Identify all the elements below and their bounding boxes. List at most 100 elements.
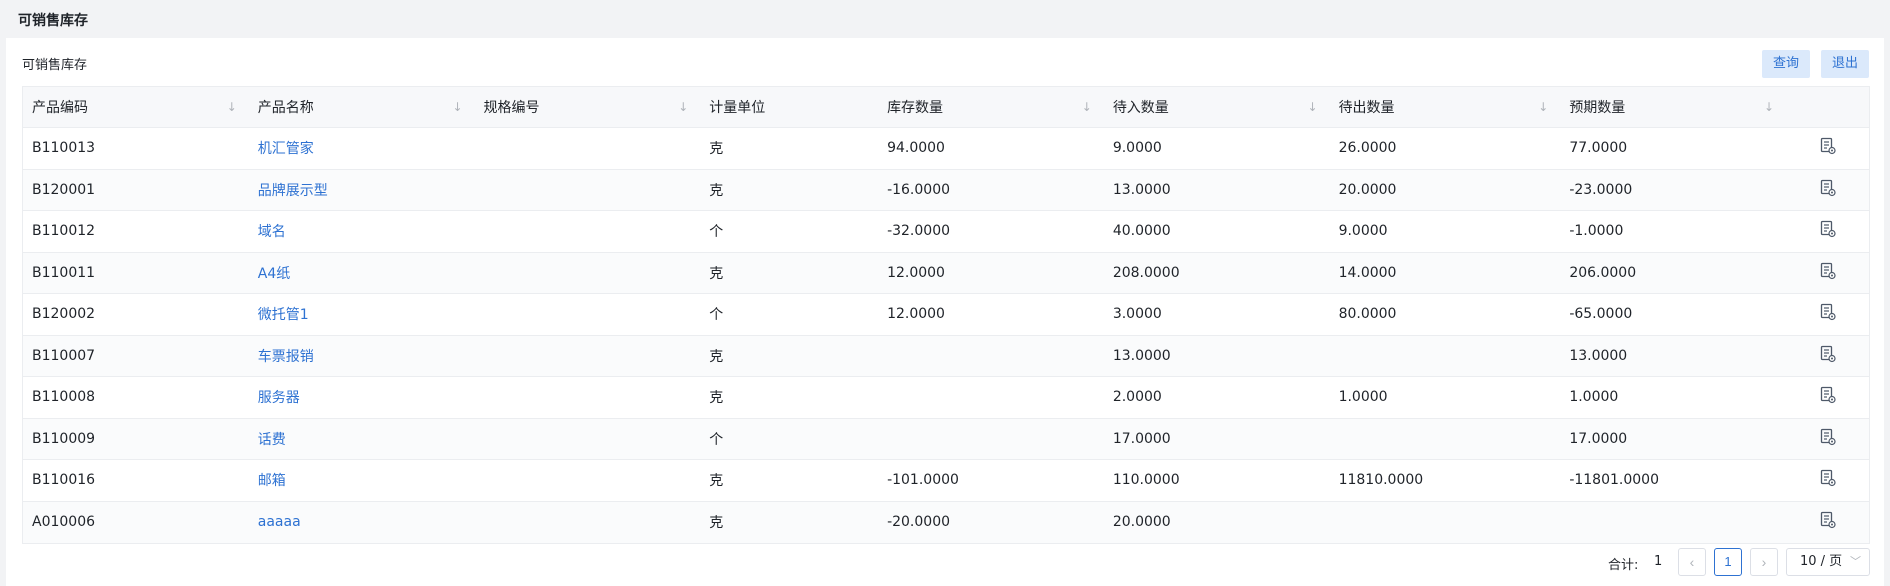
row-actions [1786, 253, 1869, 294]
column-header-product-name[interactable]: 产品名称 ↓ [249, 87, 475, 127]
document-view-icon[interactable] [1820, 179, 1836, 201]
page-size-select[interactable]: 10 / 页 ﹀ [1786, 548, 1870, 576]
table-row: B120002 微托管1 个 12.0000 3.0000 80.0000 -65.0000 [23, 294, 1869, 336]
next-page-button[interactable]: › [1750, 548, 1778, 576]
column-header-label: 预期数量 [1569, 100, 1626, 116]
product-name-link[interactable]: aaaaa [258, 514, 301, 530]
cell-product-name: 品牌展示型 [249, 170, 475, 211]
cell-incoming-qty: 13.0000 [1104, 170, 1330, 211]
sort-arrow-down-icon[interactable]: ↓ [452, 100, 462, 114]
column-header-incoming-qty[interactable]: 待入数量 ↓ [1104, 87, 1330, 127]
document-view-icon[interactable] [1820, 262, 1836, 284]
column-header-label: 计量单位 [709, 100, 766, 116]
column-header-outgoing-qty[interactable]: 待出数量 ↓ [1330, 87, 1561, 127]
cell-value: A010006 [32, 514, 96, 531]
product-name-link[interactable]: 机汇管家 [258, 138, 314, 158]
cell-value: 克 [709, 473, 724, 490]
cell-value: -32.0000 [887, 223, 951, 240]
document-view-icon[interactable] [1820, 469, 1836, 491]
product-name-link[interactable]: 微托管1 [258, 304, 309, 324]
sort-arrow-down-icon[interactable]: ↓ [227, 100, 237, 114]
cell-value: 克 [709, 182, 724, 199]
row-actions [1786, 128, 1869, 169]
document-view-icon[interactable] [1820, 345, 1836, 367]
cell-spec-code [475, 294, 701, 335]
cell-expected-qty: 17.0000 [1560, 419, 1786, 460]
document-view-icon[interactable] [1820, 386, 1836, 408]
row-actions [1786, 170, 1869, 211]
column-header-label: 库存数量 [887, 100, 944, 116]
row-actions [1786, 460, 1869, 501]
sort-arrow-down-icon[interactable]: ↓ [1764, 100, 1774, 114]
cell-unit: 克 [700, 502, 878, 544]
cell-unit: 克 [700, 377, 878, 418]
cell-stock-qty [878, 419, 1104, 460]
product-name-link[interactable]: A4纸 [258, 263, 290, 283]
cell-value: 80.0000 [1338, 306, 1397, 323]
document-view-icon[interactable] [1820, 428, 1836, 450]
cell-incoming-qty: 110.0000 [1104, 460, 1330, 501]
product-name-link[interactable]: 话费 [258, 429, 286, 449]
product-name-link[interactable]: 域名 [258, 221, 286, 241]
row-actions [1786, 211, 1869, 252]
column-header-spec-code[interactable]: 规格编号 ↓ [475, 87, 701, 127]
cell-value: 94.0000 [887, 140, 945, 157]
sort-arrow-down-icon[interactable]: ↓ [1308, 100, 1318, 114]
cell-value: 13.0000 [1569, 347, 1628, 364]
product-name-link[interactable]: 车票报销 [258, 346, 314, 366]
sort-arrow-down-icon[interactable]: ↓ [678, 100, 688, 114]
cell-outgoing-qty [1330, 336, 1561, 377]
cell-stock-qty: 94.0000 [878, 128, 1104, 169]
cell-value: -1.0000 [1569, 223, 1624, 240]
query-button[interactable]: 查询 [1762, 50, 1810, 78]
page-title: 可销售库存 [18, 13, 88, 29]
exit-button[interactable]: 退出 [1821, 50, 1869, 78]
table-header-row: 产品编码 ↓ 产品名称 ↓ 规格编号 ↓ 计量单位 库存数量 ↓ 待入数量 ↓ 待出数量 ↓ 预期数量 ↓ [23, 87, 1869, 128]
cell-spec-code [475, 336, 701, 377]
sort-arrow-down-icon[interactable]: ↓ [1082, 100, 1092, 114]
cell-product-code: B120002 [23, 294, 249, 335]
product-name-link[interactable]: 品牌展示型 [258, 180, 328, 200]
cell-product-code: B110016 [23, 460, 249, 501]
cell-product-code: B110009 [23, 419, 249, 460]
page-size-value: 10 / 页 [1800, 554, 1843, 569]
document-view-icon[interactable] [1820, 303, 1836, 325]
column-header-actions [1786, 87, 1869, 127]
cell-value: 77.0000 [1569, 140, 1628, 157]
cell-expected-qty: 1.0000 [1560, 377, 1786, 418]
cell-value: B110011 [32, 264, 96, 281]
sort-arrow-down-icon[interactable]: ↓ [1538, 100, 1548, 114]
document-view-icon[interactable] [1820, 511, 1836, 533]
cell-expected-qty: 77.0000 [1560, 128, 1786, 169]
column-header-expected-qty[interactable]: 预期数量 ↓ [1560, 87, 1786, 127]
cell-value: 20.0000 [1338, 181, 1397, 198]
cell-spec-code [475, 377, 701, 418]
cell-outgoing-qty: 20.0000 [1330, 170, 1561, 211]
cell-value: 1.0000 [1338, 389, 1388, 406]
table-row: B110007 车票报销 克 13.0000 13.0000 [23, 335, 1869, 377]
cell-value: 13.0000 [1112, 347, 1171, 364]
cell-stock-qty: -101.0000 [878, 460, 1104, 501]
cell-value: 个 [709, 431, 724, 448]
column-header-product-code[interactable]: 产品编码 ↓ [23, 87, 249, 127]
cell-spec-code [475, 460, 701, 501]
cell-spec-code [475, 211, 701, 252]
cell-value: 12.0000 [887, 306, 945, 323]
cell-spec-code [475, 253, 701, 294]
cell-unit: 个 [700, 211, 878, 252]
table-row: B110012 域名 个 -32.0000 40.0000 9.0000 -1.0000 [23, 211, 1869, 253]
table-row: B110013 机汇管家 克 94.0000 9.0000 26.0000 77.0000 [23, 128, 1869, 170]
row-actions [1786, 336, 1869, 377]
document-view-icon[interactable] [1820, 137, 1836, 159]
column-header-label: 待出数量 [1338, 100, 1395, 116]
product-name-link[interactable]: 邮箱 [258, 470, 286, 490]
page-number-button[interactable]: 1 [1714, 548, 1742, 576]
cell-product-code: B120001 [23, 170, 249, 211]
prev-page-button[interactable]: ‹ [1678, 548, 1706, 576]
document-view-icon[interactable] [1820, 220, 1836, 242]
product-name-link[interactable]: 服务器 [258, 387, 300, 407]
cell-value: 11810.0000 [1338, 472, 1424, 489]
cell-unit: 克 [700, 253, 878, 294]
cell-product-name: 邮箱 [249, 460, 475, 501]
column-header-stock-qty[interactable]: 库存数量 ↓ [878, 87, 1104, 127]
